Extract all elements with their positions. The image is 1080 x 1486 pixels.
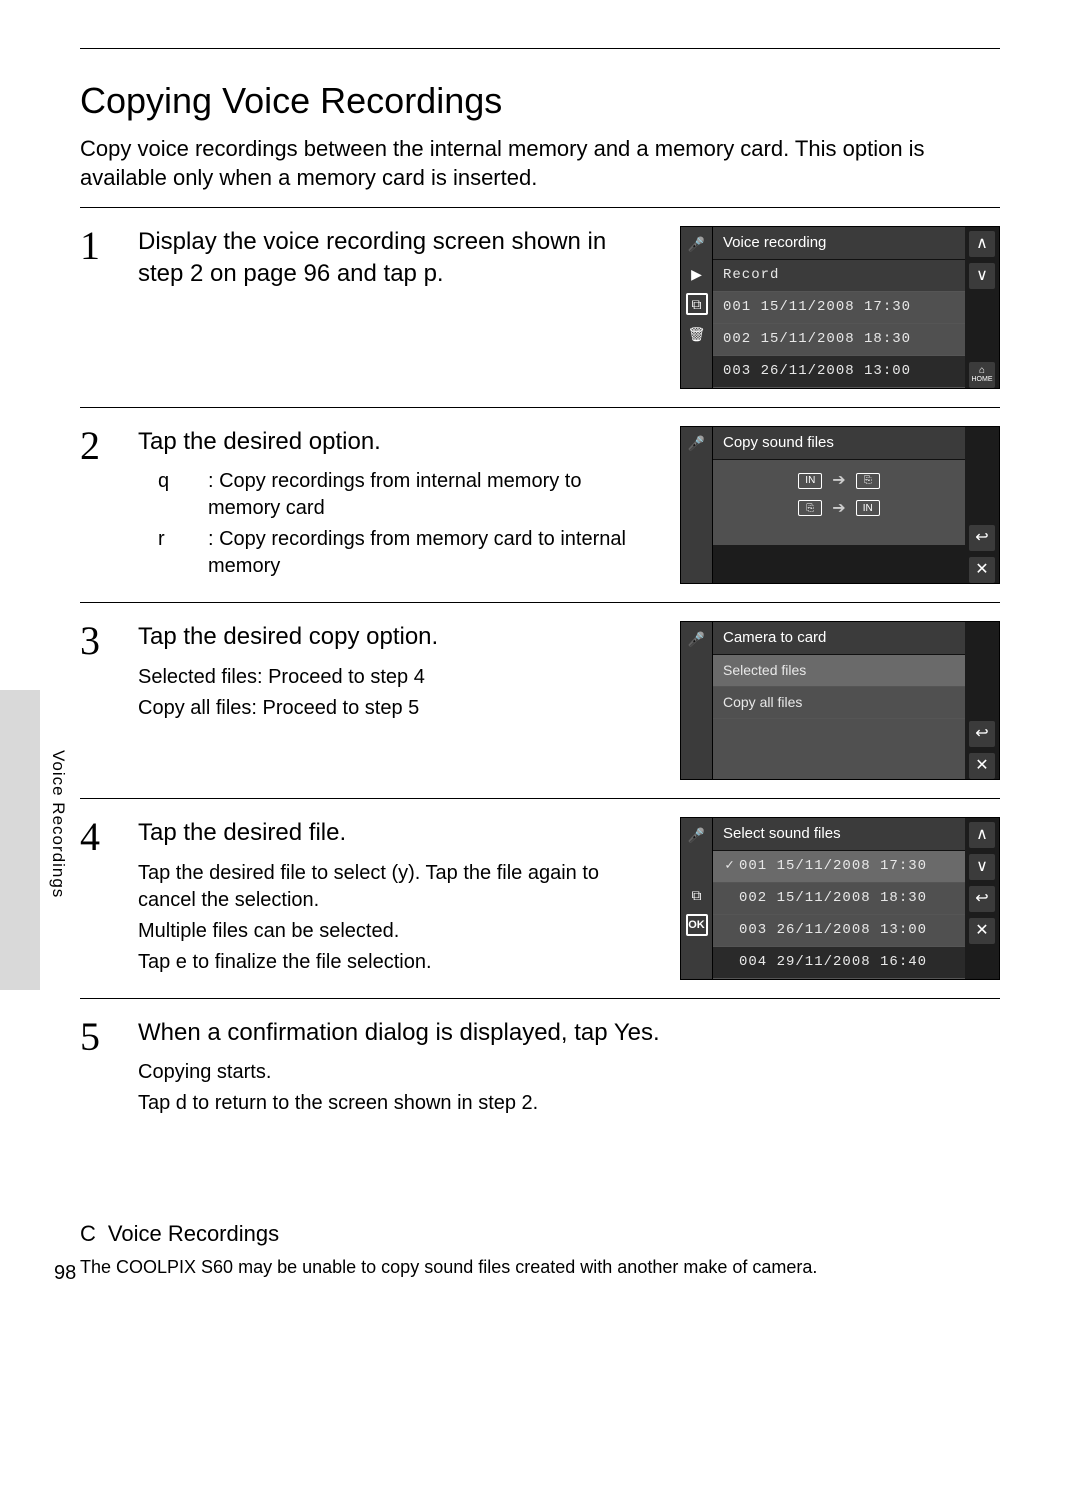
ok-icon[interactable]: OK: [686, 914, 708, 936]
option-text: : Copy recordings from internal memory t…: [208, 468, 652, 522]
step-number: 4: [80, 817, 110, 980]
section-tab: [0, 690, 40, 990]
page-title: Copying Voice Recordings: [80, 77, 1000, 126]
step-number: 2: [80, 426, 110, 584]
section-side-label: Voice Recordings: [46, 750, 69, 898]
card-icon: ⎘: [856, 473, 880, 489]
lcd-title: Copy sound files: [713, 427, 965, 460]
step-4: 4 Tap the desired file. Tap the desired …: [80, 798, 1000, 998]
step-5: 5 When a confirmation dialog is displaye…: [80, 998, 1000, 1139]
step-subtext: Multiple files can be selected.: [138, 918, 652, 945]
lcd-voice-recording: 🎤 ▶ ⧉ 🗑 Voice recording Record 001 15/11…: [680, 226, 1000, 389]
file-row[interactable]: 002 15/11/2008 18:30: [713, 883, 965, 915]
menu-copy-all[interactable]: Copy all files: [713, 687, 965, 719]
play-icon[interactable]: ▶: [686, 263, 708, 285]
recording-row[interactable]: 002 15/11/2008 18:30: [713, 324, 965, 356]
copy-icon[interactable]: ⧉: [686, 293, 708, 315]
recording-row[interactable]: 001 15/11/2008 17:30: [713, 292, 965, 324]
step-3: 3 Tap the desired copy option. Selected …: [80, 602, 1000, 798]
step-2: 2 Tap the desired option. q : Copy recor…: [80, 407, 1000, 602]
note-heading: Voice Recordings: [108, 1219, 279, 1249]
mic-icon: 🎤: [686, 433, 708, 455]
file-row[interactable]: ✓001 15/11/2008 17:30: [713, 851, 965, 883]
intro-text: Copy voice recordings between the intern…: [80, 134, 1000, 193]
mic-icon: 🎤: [686, 628, 708, 650]
back-icon[interactable]: ↩: [969, 886, 995, 912]
step-number: 5: [80, 1017, 110, 1121]
step-subtext: Tap the desired file to select (y). Tap …: [138, 860, 652, 914]
close-icon[interactable]: ✕: [969, 753, 995, 779]
option-key: r: [158, 526, 184, 580]
step-heading: Tap the desired copy option.: [138, 621, 652, 653]
scroll-up-icon[interactable]: ∧: [969, 231, 995, 257]
option-text: : Copy recordings from memory card to in…: [208, 526, 652, 580]
internal-icon: IN: [856, 500, 880, 516]
copy-icon[interactable]: ⧉: [686, 884, 708, 906]
step-number: 3: [80, 621, 110, 780]
lcd-title: Select sound files: [713, 818, 965, 851]
step-heading: Tap the desired option.: [138, 426, 652, 458]
mic-icon: 🎤: [686, 824, 708, 846]
step-subtext: Copy all files: Proceed to step 5: [138, 695, 652, 722]
lcd-record-row[interactable]: Record: [713, 260, 965, 292]
step-subtext: Tap e to finalize the file selection.: [138, 949, 652, 976]
lcd-camera-to-card: 🎤 Camera to card Selected files Copy all…: [680, 621, 1000, 780]
trash-icon[interactable]: 🗑: [686, 323, 708, 345]
recording-row[interactable]: 003 26/11/2008 13:00: [713, 356, 965, 388]
menu-selected-files[interactable]: Selected files: [713, 655, 965, 687]
arrow-right-icon: ➔: [832, 498, 845, 520]
step-heading: Display the voice recording screen shown…: [138, 226, 652, 291]
step-subtext: Selected files: Proceed to step 4: [138, 664, 652, 691]
internal-icon: IN: [798, 473, 822, 489]
copy-card-to-in[interactable]: ⎘ ➔ IN: [798, 498, 879, 520]
step-subtext: Tap d to return to the screen shown in s…: [138, 1090, 1000, 1117]
top-rule: [80, 48, 1000, 49]
lcd-title: Camera to card: [713, 622, 965, 655]
scroll-down-icon[interactable]: ∨: [969, 854, 995, 880]
home-icon[interactable]: ⌂HOME: [969, 362, 995, 388]
step-heading: When a confirmation dialog is displayed,…: [138, 1017, 1000, 1049]
copy-in-to-card[interactable]: IN ➔ ⎘: [798, 470, 879, 492]
close-icon[interactable]: ✕: [969, 918, 995, 944]
option-key: q: [158, 468, 184, 522]
lcd-copy-sound-files: 🎤 Copy sound files IN ➔ ⎘ ⎘ ➔ IN: [680, 426, 1000, 584]
lcd-title: Voice recording: [713, 227, 965, 260]
blank: [686, 854, 708, 876]
lcd-empty: [713, 719, 965, 779]
page-number: 98: [54, 1260, 76, 1287]
note-section: C Voice Recordings The COOLPIX S60 may b…: [80, 1219, 1000, 1279]
step-heading: Tap the desired file.: [138, 817, 652, 849]
arrow-right-icon: ➔: [832, 470, 845, 492]
file-row[interactable]: 003 26/11/2008 13:00: [713, 915, 965, 947]
scroll-down-icon[interactable]: ∨: [969, 263, 995, 289]
step-1: 1 Display the voice recording screen sho…: [80, 207, 1000, 407]
note-body: The COOLPIX S60 may be unable to copy so…: [80, 1255, 1000, 1279]
back-icon[interactable]: ↩: [969, 721, 995, 747]
card-icon: ⎘: [798, 500, 822, 516]
scroll-up-icon[interactable]: ∧: [969, 822, 995, 848]
close-icon[interactable]: ✕: [969, 557, 995, 583]
back-icon[interactable]: ↩: [969, 525, 995, 551]
note-mark: C: [80, 1219, 96, 1249]
step-subtext: Copying starts.: [138, 1059, 1000, 1086]
mic-icon[interactable]: 🎤: [686, 233, 708, 255]
lcd-select-sound-files: 🎤 ⧉ OK Select sound files ✓001 15/11/200…: [680, 817, 1000, 980]
step-number: 1: [80, 226, 110, 389]
check-icon: ✓: [723, 857, 737, 876]
file-row[interactable]: 004 29/11/2008 16:40: [713, 947, 965, 979]
